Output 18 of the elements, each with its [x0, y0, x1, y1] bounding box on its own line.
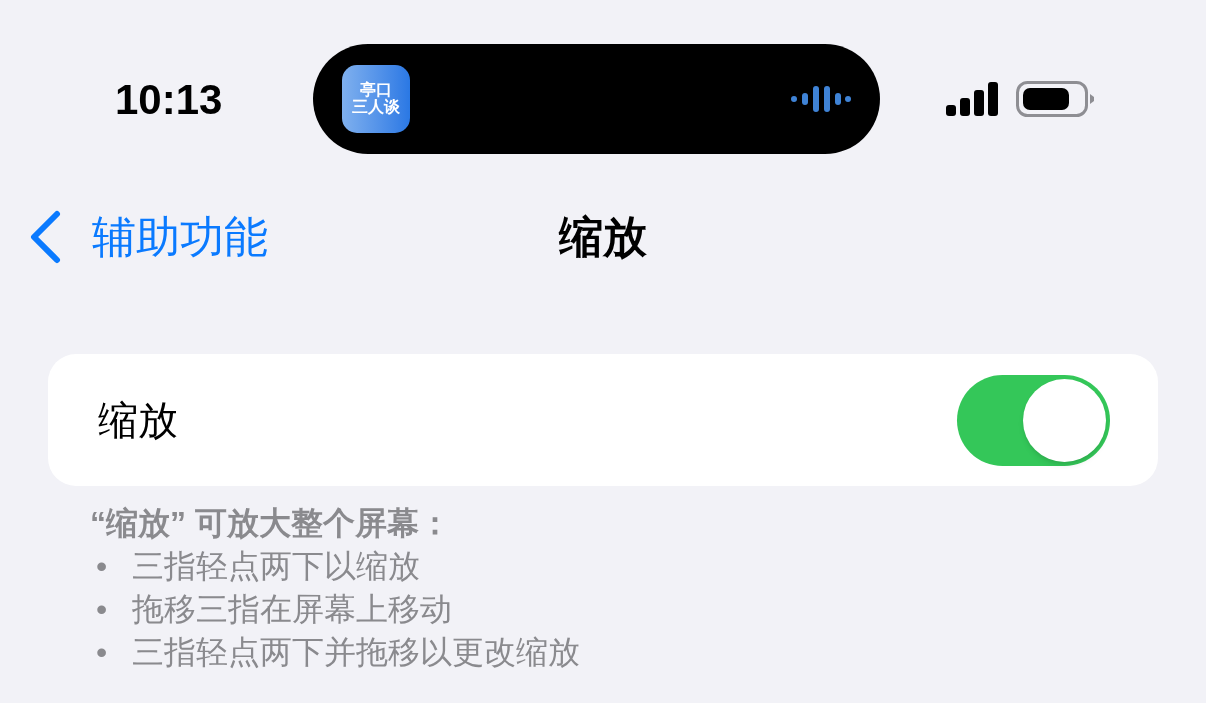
bullet: •: [95, 633, 109, 672]
back-button[interactable]: 辅助功能: [0, 204, 268, 270]
bullet: •: [95, 547, 109, 586]
chevron-left-icon: [28, 210, 62, 264]
app-icon-text: 三人谈: [352, 99, 400, 116]
audio-wave-icon: [790, 84, 852, 114]
footer-item: 三指轻点两下并拖移以更改缩放: [132, 633, 580, 672]
page-title: 缩放: [559, 211, 647, 263]
battery-icon: [1016, 81, 1094, 117]
setting-label: 缩放: [98, 397, 178, 444]
status-time: 10:13: [115, 74, 224, 125]
app-icon[interactable]: 亭口 三人谈: [342, 65, 410, 133]
app-icon-text: 亭口: [360, 82, 392, 99]
footer-item: 三指轻点两下以缩放: [132, 547, 420, 586]
footer-title: “缩放” 可放大整个屏幕：: [90, 504, 452, 543]
signal-icon: [946, 82, 1000, 116]
bullet: •: [95, 590, 109, 629]
footer-item: 拖移三指在屏幕上移动: [132, 590, 452, 629]
